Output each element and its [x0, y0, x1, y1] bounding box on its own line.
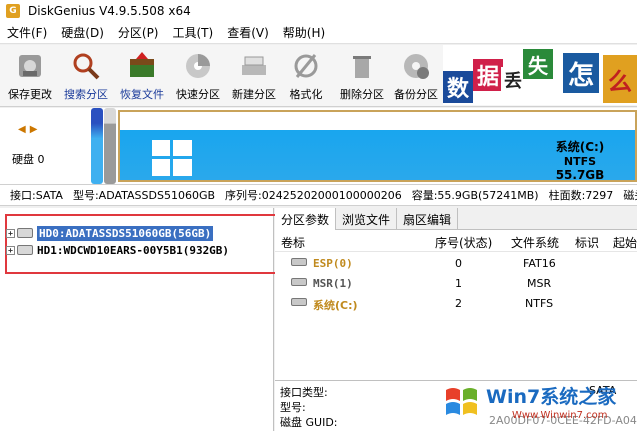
hard-disk-icon — [17, 245, 33, 255]
backup-disc-icon — [404, 54, 429, 79]
interface-type-label: 接口类型: — [280, 386, 328, 399]
data-recovery-banner[interactable]: 数 据 丢 失 怎 么 — [443, 45, 637, 105]
msr-partition-strip[interactable] — [104, 108, 116, 184]
column-header[interactable]: 标识 — [575, 234, 599, 251]
disk-tree-pane: + HD0:ADATASSDS51060GB(56GB) + HD1:WDCWD… — [0, 208, 277, 431]
partition-fs: NTFS — [525, 297, 554, 310]
format-icon — [294, 54, 318, 78]
banner-char: 失 — [523, 49, 553, 79]
banner-char: 么 — [603, 55, 637, 103]
tree-item-hd1[interactable]: + HD1:WDCWD10EARS-00Y5B1(932GB) — [6, 242, 229, 258]
tree-item-hd0[interactable]: + HD0:ADATASSDS51060GB(56GB) — [6, 225, 214, 241]
watermark-brand: Win7系统之家 — [486, 386, 617, 408]
menu-help[interactable]: 帮助(H) — [276, 24, 332, 41]
model-label: 型号: — [280, 401, 306, 414]
disk-map: ◀▶ 硬盘 0 系统(C:) NTFS 55.7GB — [0, 108, 637, 184]
partition-fs: FAT16 — [523, 257, 556, 270]
system-partition-block[interactable]: 系统(C:) NTFS 55.7GB — [118, 110, 637, 182]
guid-label: 磁盘 GUID: — [280, 416, 338, 429]
table-row[interactable]: ESP(0) 0 FAT16 — [275, 254, 637, 272]
column-header[interactable]: 序号(状态) — [435, 234, 492, 251]
quick-partition-button[interactable]: 快速分区 — [170, 49, 226, 103]
hard-disk-icon — [17, 228, 33, 238]
new-partition-button[interactable]: 新建分区 — [226, 49, 282, 103]
column-header[interactable]: 卷标 — [281, 234, 305, 251]
table-row[interactable]: MSR(1) 1 MSR — [275, 274, 637, 292]
partition-fs: MSR — [527, 277, 552, 290]
expand-icon[interactable]: + — [6, 228, 15, 238]
new-partition-icon — [242, 56, 266, 75]
model-info: 型号:ADATASSDS51060GB — [72, 189, 216, 202]
tab-strip: 分区参数 浏览文件 扇区编辑 — [275, 208, 637, 230]
recover-files-button[interactable]: 恢复文件 — [114, 49, 170, 103]
table-header: 卷标 序号(状态) 文件系统 标识 起始 — [275, 230, 637, 252]
tab-partition-params[interactable]: 分区参数 — [275, 208, 337, 230]
partition-name: 系统(C:) — [555, 140, 605, 154]
win7-watermark: Win7系统之家 Www.Winwin7.com — [440, 376, 637, 431]
serial-info: 序列号:02425202000100000206 — [225, 189, 402, 202]
menu-view[interactable]: 查看(V) — [220, 24, 276, 41]
partition-index: 0 — [455, 257, 462, 270]
tab-sector-edit[interactable]: 扇区编辑 — [397, 208, 459, 230]
banner-char: 数 — [443, 71, 473, 103]
backup-partition-button[interactable]: 备份分区 — [388, 49, 444, 103]
disk-info-bar: 接口:SATA 型号:ADATASSDS51060GB 序列号:02425202… — [0, 184, 637, 206]
partition-index: 2 — [455, 297, 462, 310]
menu-partition[interactable]: 分区(P) — [111, 24, 166, 41]
windows-logo-icon — [152, 140, 192, 176]
partition-index: 1 — [455, 277, 462, 290]
format-button[interactable]: 格式化 — [278, 49, 334, 103]
column-header[interactable]: 起始 — [613, 234, 637, 251]
esp-partition-strip[interactable] — [91, 108, 103, 184]
search-partition-button[interactable]: 搜索分区 — [58, 49, 114, 103]
disk-label: 硬盘 0 — [12, 153, 45, 166]
volume-label: 系统(C:) — [313, 299, 358, 312]
save-disk-icon — [19, 55, 41, 77]
magnifier-icon — [73, 53, 100, 80]
table-row[interactable]: 系统(C:) 2 NTFS — [275, 294, 637, 312]
menu-tools[interactable]: 工具(T) — [166, 24, 221, 41]
partition-icon — [291, 258, 307, 266]
tab-browse-files[interactable]: 浏览文件 — [336, 208, 398, 230]
banner-char: 丢 — [501, 67, 525, 93]
recover-box-icon — [130, 52, 154, 77]
partition-summary: 系统(C:) NTFS 55.7GB — [540, 138, 620, 182]
partition-size: 55.7GB — [555, 168, 605, 182]
delete-partition-button[interactable]: 删除分区 — [334, 49, 390, 103]
interface-info: 接口:SATA — [10, 189, 63, 202]
watermark-site: Www.Winwin7.com — [512, 410, 608, 421]
column-header[interactable]: 文件系统 — [511, 234, 559, 251]
banner-char: 据 — [473, 59, 503, 91]
volume-label: ESP(0) — [313, 257, 353, 270]
diskgenius-app-icon: G — [6, 4, 20, 18]
menu-file[interactable]: 文件(F) — [0, 24, 54, 41]
title-bar: G DiskGenius V4.9.5.508 x64 — [0, 0, 637, 22]
trash-icon — [353, 56, 371, 78]
save-changes-button[interactable]: 保存更改 — [2, 49, 58, 103]
quick-partition-disc-icon — [186, 54, 210, 78]
cylinders-info: 柱面数:7297 — [548, 189, 614, 202]
partition-icon — [291, 298, 307, 306]
menu-disk[interactable]: 硬盘(D) — [54, 24, 111, 41]
tree-item-label: HD1:WDCWD10EARS-00Y5B1(932GB) — [37, 243, 230, 257]
partition-filesystem: NTFS — [563, 155, 597, 168]
window-title: DiskGenius V4.9.5.508 x64 — [28, 4, 191, 18]
volume-label: MSR(1) — [313, 277, 353, 290]
banner-char: 怎 — [563, 53, 599, 93]
capacity-info: 容量:55.9GB(57241MB) — [411, 189, 539, 202]
disk-nav-arrows[interactable]: ◀▶ — [18, 124, 41, 135]
expand-icon[interactable]: + — [6, 245, 15, 255]
menu-bar: 文件(F) 硬盘(D) 分区(P) 工具(T) 查看(V) 帮助(H) — [0, 22, 637, 44]
heads-info: 磁头数 — [623, 189, 637, 202]
partition-icon — [291, 278, 307, 286]
tree-item-label: HD0:ADATASSDS51060GB(56GB) — [37, 225, 214, 241]
windows-flag-icon — [446, 388, 477, 415]
